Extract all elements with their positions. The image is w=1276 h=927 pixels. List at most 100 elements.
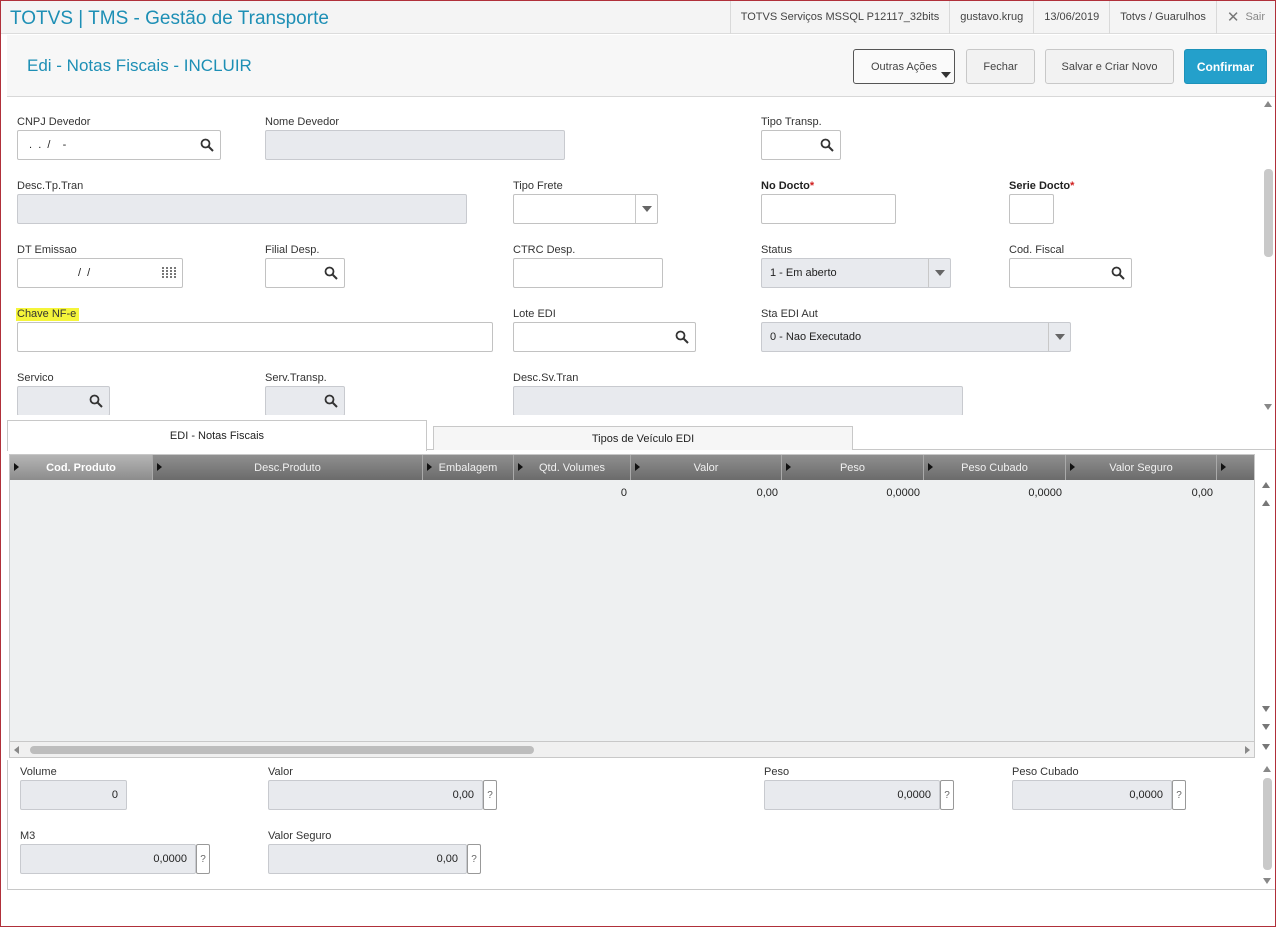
column-header-more[interactable] [1217, 455, 1254, 480]
valor-seguro-help-button[interactable]: ? [467, 844, 481, 874]
peso-cubado-field[interactable]: 0,0000 [1012, 780, 1172, 810]
serie-docto-field[interactable] [1009, 194, 1054, 224]
tipo-frete-select[interactable] [513, 194, 658, 224]
search-icon[interactable] [1111, 266, 1125, 280]
form-scrollbar[interactable] [1262, 97, 1275, 415]
desc-sv-tran-field[interactable] [513, 386, 963, 415]
scroll-up-icon[interactable] [1264, 101, 1272, 107]
tab-bar: EDI - Notas Fiscais Tipos de Veículo EDI [7, 420, 1275, 451]
column-header-qtd-volumes[interactable]: Qtd. Volumes [514, 455, 631, 480]
sta-edi-aut-select[interactable]: 0 - Nao Executado [761, 322, 1071, 352]
column-header-valor-seguro[interactable]: Valor Seguro [1066, 455, 1217, 480]
column-label: Qtd. Volumes [538, 461, 606, 474]
form-area: CNPJ Devedor . . / - Nome Devedor Tipo T… [7, 97, 1275, 415]
scroll-left-icon[interactable] [14, 746, 19, 754]
scroll-down-icon[interactable] [1263, 878, 1271, 884]
filial-desp-field[interactable] [265, 258, 345, 288]
column-label: Desc.Produto [254, 461, 321, 474]
valor-field[interactable]: 0,00 [268, 780, 483, 810]
cnpj-devedor-field[interactable]: . . / - [17, 130, 221, 160]
filial-desp-label: Filial Desp. [265, 244, 320, 256]
column-header-cod-produto[interactable]: Cod. Produto [10, 455, 153, 480]
calendar-icon[interactable] [162, 267, 176, 279]
column-header-desc-produto[interactable]: Desc.Produto [153, 455, 423, 480]
no-docto-field[interactable] [761, 194, 896, 224]
lote-edi-field[interactable] [513, 322, 696, 352]
search-icon[interactable] [89, 394, 103, 408]
column-header-embalagem[interactable]: Embalagem [423, 455, 514, 480]
valor-seguro-field[interactable]: 0,00 [268, 844, 467, 874]
chave-nfe-label-text: Chave NF-e [16, 308, 80, 321]
dropdown-button[interactable] [928, 259, 950, 287]
scroll-down-icon[interactable] [1264, 404, 1272, 410]
search-icon[interactable] [324, 394, 338, 408]
sta-edi-aut-label: Sta EDI Aut [761, 308, 818, 320]
page-title: Edi - Notas Fiscais - INCLUIR [27, 56, 252, 75]
table-row[interactable]: 0 0,00 0,0000 0,0000 0,00 [10, 480, 1254, 506]
scroll-thumb[interactable] [30, 746, 534, 754]
chave-nfe-field[interactable] [17, 322, 493, 352]
cod-fiscal-field[interactable] [1009, 258, 1132, 288]
tab-tipos-veiculo-edi[interactable]: Tipos de Veículo EDI [433, 426, 853, 450]
arrow-right-icon [1070, 463, 1075, 471]
scroll-up-icon[interactable] [1262, 500, 1270, 506]
grid-header: Cod. Produto Desc.Produto Embalagem Qtd.… [10, 455, 1254, 480]
totals-scrollbar[interactable] [1261, 760, 1274, 890]
m3-field[interactable]: 0,0000 [20, 844, 196, 874]
outras-acoes-button[interactable]: Outras Ações [853, 49, 955, 84]
app-title: TOTVS | TMS - Gestão de Transporte [10, 8, 329, 29]
scroll-top-icon[interactable] [1262, 482, 1270, 488]
status-value: 1 - Em aberto [770, 267, 837, 279]
column-header-peso-cubado[interactable]: Peso Cubado [924, 455, 1066, 480]
nome-devedor-field[interactable] [265, 130, 565, 160]
scroll-up-icon[interactable] [1263, 766, 1271, 772]
exit-button[interactable]: ✕ Sair [1215, 1, 1275, 34]
grid-horizontal-scrollbar[interactable] [10, 741, 1254, 757]
column-label: Valor Seguro [1109, 461, 1173, 474]
desc-tp-tran-field[interactable] [17, 194, 467, 224]
scroll-right-icon[interactable] [1245, 746, 1250, 754]
search-icon[interactable] [820, 138, 834, 152]
scroll-end-icon[interactable] [1262, 744, 1270, 750]
page-header: Edi - Notas Fiscais - INCLUIR Outras Açõ… [7, 35, 1275, 97]
dt-emissao-field[interactable]: / / [17, 258, 183, 288]
peso-cubado-value: 0,0000 [1129, 789, 1163, 801]
tipo-transp-field[interactable] [761, 130, 841, 160]
peso-field[interactable]: 0,0000 [764, 780, 940, 810]
column-label: Cod. Produto [46, 461, 116, 474]
valor-help-button[interactable]: ? [483, 780, 497, 810]
grid-vertical-scrollbar[interactable] [1258, 454, 1274, 758]
column-header-peso[interactable]: Peso [782, 455, 924, 480]
tab-edi-notas-fiscais[interactable]: EDI - Notas Fiscais [7, 420, 427, 451]
servico-field[interactable] [17, 386, 110, 415]
cell-peso-cubado: 0,0000 [1028, 487, 1062, 499]
totals-panel: Volume 0 Valor 0,00 ? Peso 0,0000 ? Peso… [7, 760, 1275, 890]
peso-cubado-help-button[interactable]: ? [1172, 780, 1186, 810]
confirmar-button[interactable]: Confirmar [1184, 49, 1267, 84]
ctrc-desp-field[interactable] [513, 258, 663, 288]
no-docto-label: No Docto* [761, 180, 814, 192]
serv-transp-field[interactable] [265, 386, 345, 415]
cod-fiscal-label: Cod. Fiscal [1009, 244, 1065, 256]
dropdown-button[interactable] [1048, 323, 1070, 351]
status-select[interactable]: 1 - Em aberto [761, 258, 951, 288]
salvar-criar-novo-button[interactable]: Salvar e Criar Novo [1045, 49, 1174, 84]
arrow-right-icon [928, 463, 933, 471]
m3-help-button[interactable]: ? [196, 844, 210, 874]
search-icon[interactable] [200, 138, 214, 152]
desc-tp-tran-label: Desc.Tp.Tran [17, 180, 84, 192]
column-header-valor[interactable]: Valor [631, 455, 782, 480]
scroll-thumb[interactable] [1263, 778, 1272, 870]
branch-label: Totvs / Guarulhos [1109, 1, 1216, 34]
search-icon[interactable] [324, 266, 338, 280]
arrow-right-icon [635, 463, 640, 471]
peso-help-button[interactable]: ? [940, 780, 954, 810]
scroll-down-icon[interactable] [1262, 706, 1270, 712]
fechar-button[interactable]: Fechar [966, 49, 1035, 84]
dropdown-button[interactable] [635, 195, 657, 223]
search-icon[interactable] [675, 330, 689, 344]
peso-value: 0,0000 [897, 789, 931, 801]
volume-field[interactable]: 0 [20, 780, 127, 810]
scroll-thumb[interactable] [1264, 169, 1273, 257]
scroll-bottom-icon[interactable] [1262, 724, 1270, 730]
